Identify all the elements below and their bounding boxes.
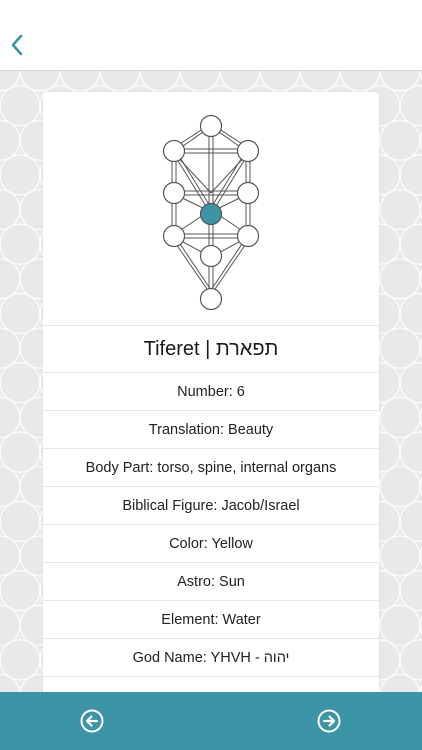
chevron-left-icon: [11, 34, 23, 56]
sefira-binah[interactable]: [162, 139, 186, 163]
sefira-netzach[interactable]: [236, 224, 260, 248]
sefira-chokhmah[interactable]: [236, 139, 260, 163]
arrow-right-circle-icon: [317, 709, 341, 733]
sefira-malkhut[interactable]: [199, 287, 223, 310]
sefira-tiferet-highlighted[interactable]: [199, 202, 223, 226]
detail-number: Number: 6: [43, 373, 379, 411]
sefira-card: Tiferet | תפארת Number: 6 Translation: B…: [43, 92, 379, 712]
detail-translation: Translation: Beauty: [43, 411, 379, 449]
detail-element: Element: Water: [43, 601, 379, 639]
top-bar: [0, 0, 422, 71]
sefirot-nodes: [162, 114, 260, 310]
bottom-nav-bar: [0, 692, 422, 750]
next-button[interactable]: [317, 709, 341, 733]
sefira-keter[interactable]: [199, 114, 223, 138]
sefira-gevurah[interactable]: [162, 181, 186, 205]
tree-of-life-panel: [43, 92, 379, 326]
tree-of-life-diagram: [162, 114, 260, 310]
detail-body-part: Body Part: torso, spine, internal organs: [43, 449, 379, 487]
back-button[interactable]: [6, 30, 30, 60]
detail-astro: Astro: Sun: [43, 563, 379, 601]
detail-god-name: God Name: YHVH - יהוה: [43, 639, 379, 677]
detail-color: Color: Yellow: [43, 525, 379, 563]
arrow-left-circle-icon: [80, 709, 104, 733]
detail-biblical-figure: Biblical Figure: Jacob/Israel: [43, 487, 379, 525]
sefira-title: Tiferet | תפארת: [43, 326, 379, 373]
previous-button[interactable]: [80, 709, 104, 733]
sefira-chesed[interactable]: [236, 181, 260, 205]
sefira-hod[interactable]: [162, 224, 186, 248]
sefira-yesod[interactable]: [199, 244, 223, 268]
